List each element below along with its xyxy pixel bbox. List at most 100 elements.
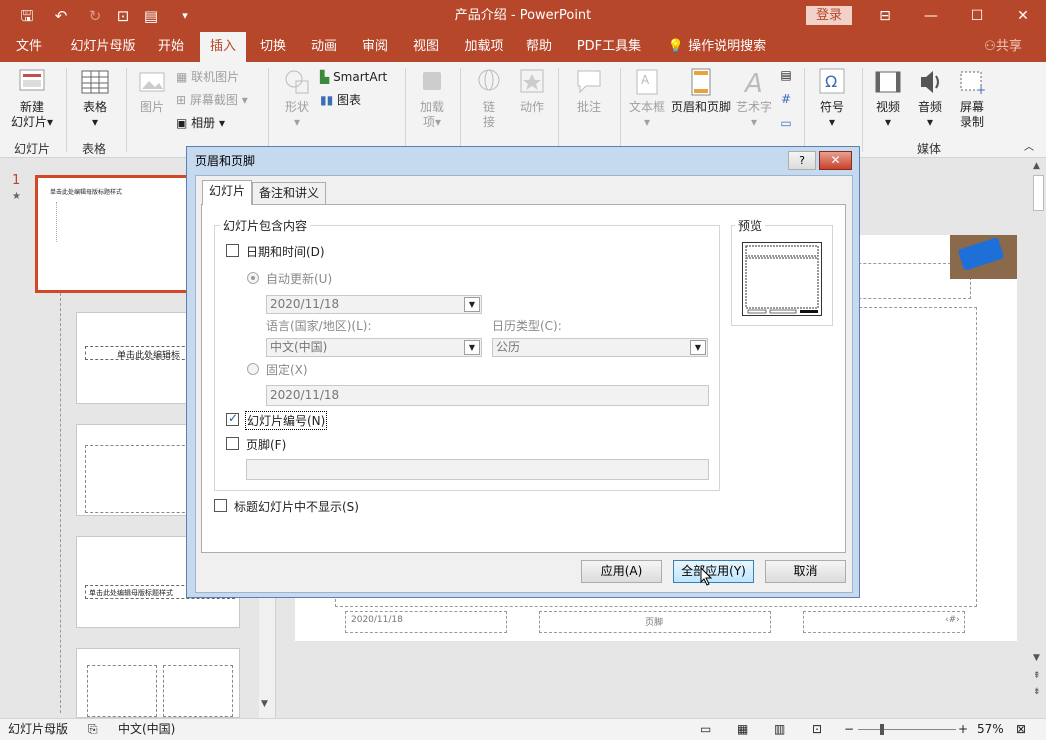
zoom-level[interactable]: 57% — [977, 719, 1004, 740]
ribbon-tabs: 文件 幻灯片母版 开始 插入 切换 动画 审阅 视图 加载项 帮助 PDF工具集… — [0, 32, 1046, 62]
help-button[interactable]: ? — [788, 151, 816, 170]
auto-update-radio[interactable] — [247, 272, 259, 284]
date-time-button[interactable]: ▤ — [776, 68, 796, 83]
status-language[interactable]: 中文(中国) — [118, 719, 175, 740]
preview-legend: 预览 — [735, 217, 766, 234]
new-slide-button[interactable]: 新建 幻灯片▾ — [8, 66, 56, 130]
textbox-button[interactable]: A 文本框 ▾ — [626, 66, 668, 130]
fixed-radio[interactable] — [247, 363, 259, 375]
minimize-icon[interactable]: — — [908, 0, 954, 32]
album-button[interactable]: ▣ 相册 ▾ — [176, 116, 225, 131]
tab-help[interactable]: 帮助 — [518, 32, 560, 62]
footer-checkbox[interactable] — [226, 437, 239, 450]
smartart-button[interactable]: ▙ SmartArt — [320, 70, 387, 85]
addins-button[interactable]: 加载 项▾ — [412, 66, 452, 130]
collapse-ribbon-icon[interactable]: ︿ — [1024, 140, 1034, 155]
footer-text-input[interactable] — [246, 459, 709, 480]
tab-insert[interactable]: 插入 — [200, 32, 246, 62]
audio-button[interactable]: 音频 ▾ — [910, 66, 950, 130]
speaker-icon — [921, 71, 939, 93]
spellcheck-icon[interactable]: ⎘ — [88, 719, 98, 740]
fixed-label: 固定(X) — [266, 363, 308, 377]
ribbon-display-icon[interactable]: ⊟ — [862, 0, 908, 32]
object-button[interactable]: ▭ — [776, 116, 796, 131]
zoom-in-icon[interactable]: + — [958, 719, 968, 740]
comment-icon — [577, 70, 601, 94]
language-select[interactable]: 中文(中国) ▼ — [266, 338, 482, 357]
slide-tab-panel: 幻灯片包含内容 日期和时间(D) 自动更新(U) 2020/11/18 ▼ 语言(… — [201, 204, 846, 553]
zoom-out-icon[interactable]: − — [844, 719, 854, 740]
reading-view-icon[interactable]: ▥ — [774, 719, 785, 740]
normal-view-icon[interactable]: ▭ — [700, 719, 711, 740]
wordart-button[interactable]: A 艺术字 ▾ — [734, 66, 774, 130]
thumbnail-layout-4[interactable] — [76, 648, 240, 718]
tab-animations[interactable]: 动画 — [303, 32, 345, 62]
picture-button[interactable]: 图片 — [132, 66, 172, 115]
date-format-select[interactable]: 2020/11/18 ▼ — [266, 295, 482, 314]
screenshot-button[interactable]: ⊞ 屏幕截图 ▾ — [176, 93, 248, 108]
slideshow-icon[interactable]: ⊡ — [812, 719, 822, 740]
slide-number-label: 幻灯片编号(N) — [245, 411, 328, 430]
action-button[interactable]: 动作 — [512, 66, 552, 115]
link-button[interactable]: 链接 — [466, 66, 512, 130]
preview-thumbnail — [742, 242, 822, 316]
thumbnail-master[interactable]: 单击此处编辑母版标题样式 — [35, 175, 203, 293]
share-button[interactable]: ⚇共享 — [978, 32, 1028, 62]
slide-number-label: 1 — [12, 173, 21, 188]
video-button[interactable]: 视频 ▾ — [868, 66, 908, 130]
thumbnail-layout-1[interactable]: 单击此处编辑标 — [76, 312, 195, 404]
close-icon[interactable]: ✕ — [1000, 0, 1046, 32]
date-time-checkbox[interactable] — [226, 244, 239, 257]
maximize-icon[interactable]: ☐ — [954, 0, 1000, 32]
screen-record-icon: + — [960, 71, 986, 97]
tab-pdf-tools[interactable]: PDF工具集 — [574, 32, 644, 62]
screen-recording-button[interactable]: + 屏幕 录制 — [952, 66, 992, 130]
header-footer-button[interactable]: 页眉和页脚 — [668, 66, 734, 115]
login-button[interactable]: 登录 — [806, 6, 852, 25]
comment-button[interactable]: 批注 — [566, 66, 612, 115]
tab-review[interactable]: 审阅 — [354, 32, 396, 62]
zoom-slider[interactable] — [858, 729, 956, 730]
picture-icon — [139, 72, 165, 92]
tab-file[interactable]: 文件 — [8, 32, 50, 62]
tab-addins[interactable]: 加载项 — [460, 32, 508, 62]
tab-slide[interactable]: 幻灯片 — [202, 180, 253, 205]
tab-slide-master[interactable]: 幻灯片母版 — [62, 32, 144, 62]
title-bar: 🖫 ↶ ↻ ⊡ ▤ ▾ 产品介绍 - PowerPoint 登录 ⊟ — ☐ ✕ — [0, 0, 1046, 32]
cancel-button[interactable]: 取消 — [765, 560, 846, 583]
star-icon: ★ — [12, 191, 21, 202]
tell-me-search[interactable]: 💡 操作说明搜索 — [662, 32, 772, 62]
online-picture-button[interactable]: ▦ 联机图片 — [176, 70, 239, 85]
omega-icon: Ω — [819, 68, 845, 94]
editor-scrollbar[interactable]: ▲ ▼ ⇞ ⇟ — [1031, 159, 1046, 718]
svg-text:A: A — [641, 73, 650, 87]
svg-text:+: + — [976, 83, 986, 97]
chart-button[interactable]: ▮▮ 图表 — [320, 93, 361, 108]
slide-number-checkbox[interactable] — [226, 411, 239, 426]
slide-sorter-icon[interactable]: ▦ — [737, 719, 748, 740]
action-icon — [520, 69, 544, 93]
group-label-slides: 幻灯片 — [14, 142, 51, 156]
footer-text-placeholder: 页脚 — [645, 618, 664, 628]
header-footer-icon — [691, 68, 711, 96]
group-label-media: 媒体 — [917, 142, 942, 156]
fit-to-window-icon[interactable]: ⊠ — [1016, 719, 1026, 740]
table-button[interactable]: 表格 ▾ — [74, 66, 116, 130]
tab-transitions[interactable]: 切换 — [252, 32, 294, 62]
zoom-slider-thumb[interactable] — [880, 724, 884, 735]
symbol-button[interactable]: Ω 符号 ▾ — [812, 66, 852, 130]
thumbnail-layout-2[interactable] — [76, 424, 195, 516]
fixed-date-input[interactable]: 2020/11/18 — [266, 385, 709, 406]
hide-on-title-checkbox[interactable] — [214, 499, 227, 512]
tab-notes-handouts[interactable]: 备注和讲义 — [252, 182, 327, 204]
tab-home[interactable]: 开始 — [150, 32, 192, 62]
slide-number-button[interactable]: # — [776, 92, 796, 107]
tab-view[interactable]: 视图 — [405, 32, 447, 62]
apply-button[interactable]: 应用(A) — [581, 560, 662, 583]
calendar-select[interactable]: 公历 ▼ — [492, 338, 708, 357]
ribbon: 新建 幻灯片▾ 表格 ▾ 图片 ▦ 联机图片 ⊞ 屏幕截图 ▾ ▣ 相册 ▾ 形状 ▾… — [0, 62, 1046, 158]
footer-label: 页脚(F) — [246, 438, 287, 452]
dialog-close-button[interactable]: ✕ — [819, 151, 852, 170]
shapes-button[interactable]: 形状 ▾ — [276, 66, 318, 130]
person-icon: ⚇ — [984, 39, 996, 54]
